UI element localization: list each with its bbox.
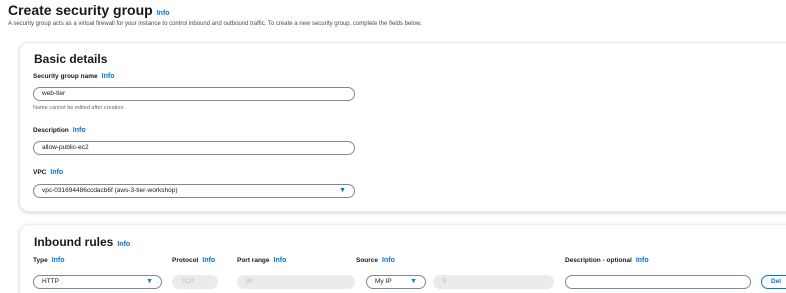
basic-details-panel: Basic details Security group name Info we… <box>19 42 786 212</box>
column-header-source: Source Info <box>356 257 395 264</box>
column-header-port-range: Port range Info <box>237 257 286 264</box>
page-info-link[interactable]: Info <box>157 10 170 17</box>
column-header-port-range-text: Port range <box>237 257 270 264</box>
type-info-link[interactable]: Info <box>52 257 65 264</box>
rule-source-value: My IP <box>375 278 392 285</box>
description-info-link[interactable]: Info <box>73 127 86 134</box>
search-icon: ⚲ <box>442 278 448 285</box>
rule-source-select[interactable]: My IP ▼ <box>366 275 426 289</box>
page-title: Create security group Info <box>8 2 170 18</box>
description-label: Description Info <box>33 127 86 134</box>
caret-down-icon: ▼ <box>146 278 153 285</box>
security-group-name-label-text: Security group name <box>33 73 98 80</box>
rule-port-range-field: 80 <box>237 275 355 289</box>
column-header-description-text: Description - optional <box>565 257 632 264</box>
source-info-link[interactable]: Info <box>382 257 395 264</box>
vpc-label: VPC Info <box>33 169 63 176</box>
security-group-name-input[interactable]: web-tier <box>33 87 355 101</box>
inbound-rules-panel: Inbound rules Info Type Info Protocol Info … <box>19 224 786 293</box>
column-header-protocol: Protocol Info <box>172 257 215 264</box>
security-group-name-hint: Name cannot be edited after creation. <box>33 105 126 111</box>
description-label-text: Description <box>33 127 69 134</box>
vpc-info-link[interactable]: Info <box>50 169 63 176</box>
column-header-protocol-text: Protocol <box>172 257 199 264</box>
protocol-info-link[interactable]: Info <box>202 257 215 264</box>
page-description: A security group acts as a virtual firew… <box>8 21 422 27</box>
inbound-rules-title: Inbound rules Info <box>34 235 130 249</box>
rule-protocol-field: TCP <box>172 275 218 289</box>
column-header-type: Type Info <box>33 257 65 264</box>
column-header-source-text: Source <box>356 257 379 264</box>
column-header-type-text: Type <box>33 257 48 264</box>
inbound-rules-title-text: Inbound rules <box>34 235 114 249</box>
vpc-select[interactable]: vpc-031694486ccdacb6f (aws-3-tier-worksh… <box>33 184 355 198</box>
delete-rule-button[interactable]: Del <box>761 275 786 289</box>
page-title-text: Create security group <box>8 2 153 18</box>
description-input[interactable]: allow-public-ec2 <box>33 141 355 155</box>
security-group-name-info-link[interactable]: Info <box>102 73 115 80</box>
port-range-info-link[interactable]: Info <box>274 257 287 264</box>
rule-type-value: HTTP <box>42 278 59 285</box>
rule-source-search[interactable]: ⚲ <box>433 275 554 289</box>
inbound-rules-info-link[interactable]: Info <box>117 241 130 248</box>
basic-details-title: Basic details <box>34 52 108 66</box>
vpc-select-value: vpc-031694486ccdacb6f (aws-3-tier-worksh… <box>42 187 178 194</box>
security-group-name-label: Security group name Info <box>33 73 114 80</box>
caret-down-icon: ▼ <box>410 278 417 285</box>
rule-type-select[interactable]: HTTP ▼ <box>33 275 162 289</box>
vpc-label-text: VPC <box>33 169 47 176</box>
description-optional-info-link[interactable]: Info <box>636 257 649 264</box>
rule-description-input[interactable] <box>565 275 751 289</box>
caret-down-icon: ▼ <box>339 187 346 194</box>
column-header-description: Description - optional Info <box>565 257 649 264</box>
